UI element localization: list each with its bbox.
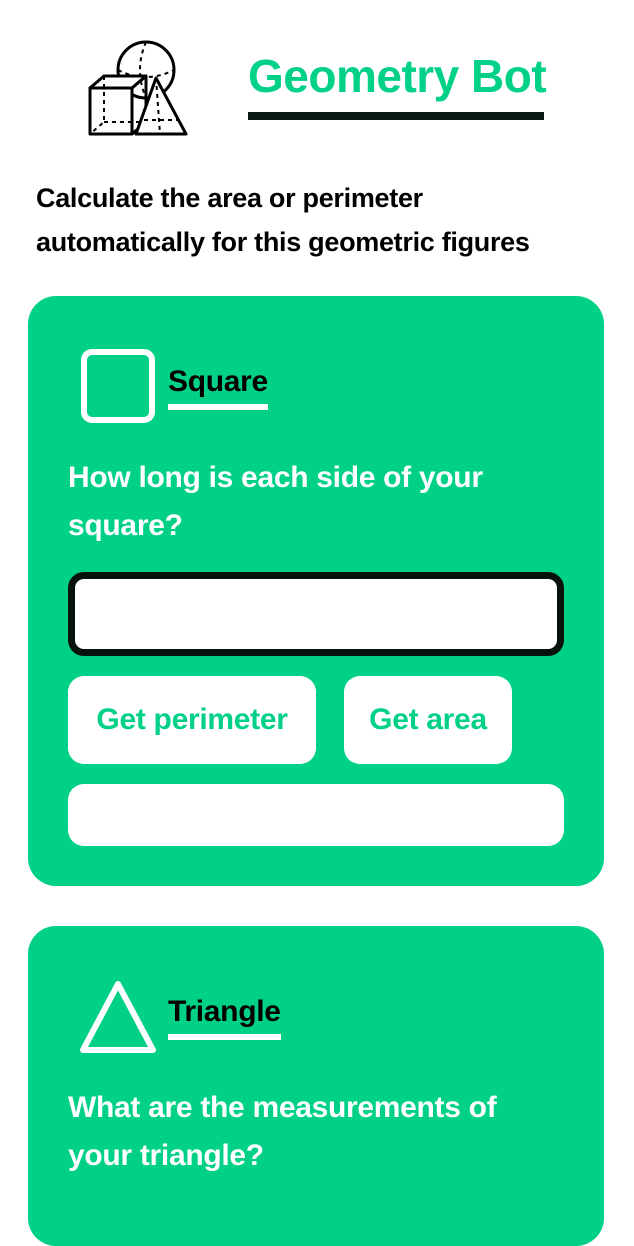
square-side-input[interactable] xyxy=(68,572,564,656)
intro-text: Calculate the area or perimeter automati… xyxy=(36,183,530,257)
triangle-card: Triangle What are the measurements of yo… xyxy=(28,926,604,1246)
square-heading: Square xyxy=(168,362,268,410)
square-result-output xyxy=(68,784,564,846)
square-card: Square How long is each side of your squ… xyxy=(28,296,604,886)
header: Geometry Bot xyxy=(0,0,634,160)
get-perimeter-button[interactable]: Get perimeter xyxy=(68,676,316,764)
triangle-question: What are the measurements of your triang… xyxy=(68,1091,497,1172)
triangle-heading: Triangle xyxy=(168,992,281,1040)
get-area-button[interactable]: Get area xyxy=(344,676,512,764)
square-icon xyxy=(81,349,155,423)
triangle-icon xyxy=(80,981,156,1053)
title-underline xyxy=(248,112,544,120)
app-title: Geometry Bot xyxy=(248,50,547,102)
geometric-shapes-icon xyxy=(88,40,188,136)
square-question: How long is each side of your square? xyxy=(68,461,483,542)
